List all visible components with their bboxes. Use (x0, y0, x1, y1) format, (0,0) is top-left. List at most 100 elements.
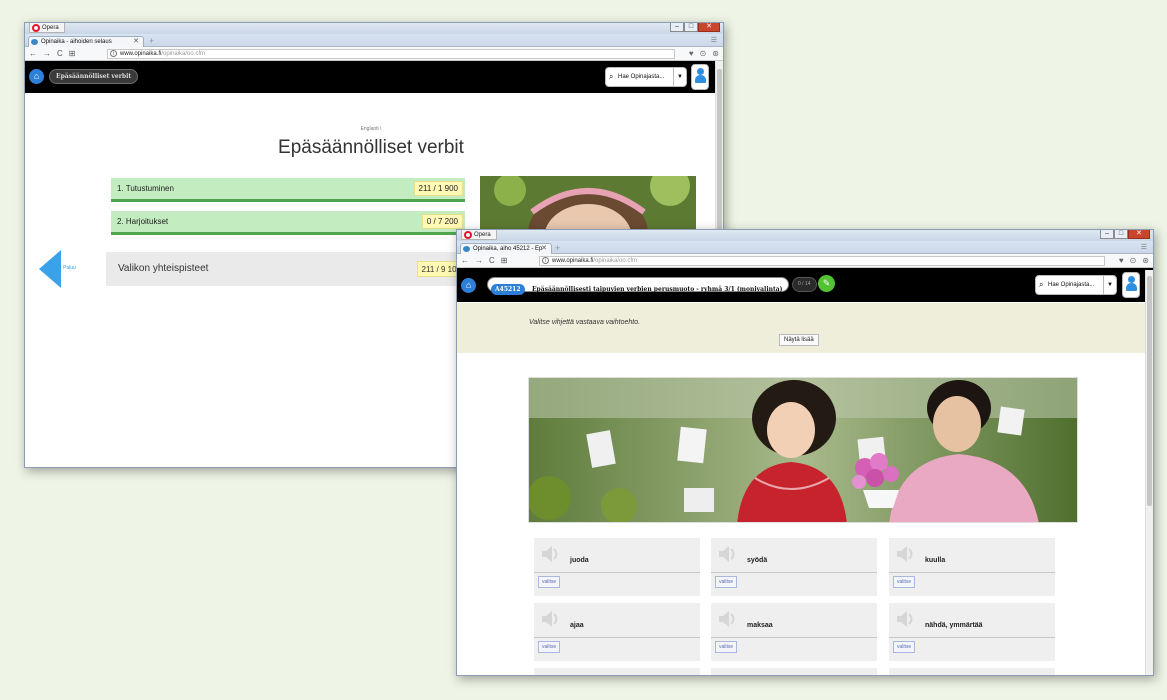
site-info-icon[interactable]: i (542, 257, 549, 264)
address-actions: ♥ ⊙ ⊛ (1119, 255, 1149, 267)
opera-menu-button[interactable]: Opera (29, 23, 65, 33)
speaker-icon[interactable] (895, 609, 915, 629)
answer-card: ajaa valitse (534, 603, 700, 661)
back-label[interactable]: Paluu (63, 265, 76, 271)
answer-word: ajaa (570, 622, 584, 629)
card-divider (889, 637, 1055, 638)
search-icon: ⌕ (1039, 280, 1044, 289)
page-scrollbar[interactable] (1145, 270, 1153, 675)
account-icon[interactable]: ⊛ (1142, 255, 1149, 267)
heart-icon[interactable]: ♥ (1119, 255, 1124, 267)
home-icon[interactable]: ⌂ (29, 69, 44, 84)
speaker-icon[interactable] (717, 544, 737, 564)
account-icon[interactable]: ⊛ (712, 48, 719, 60)
search-placeholder: Hae Opinajasta... (1048, 282, 1095, 288)
total-points-row: Valikon yhteispisteet 211 / 9 100 (106, 252, 466, 286)
show-more-button[interactable]: Näytä lisää (779, 334, 819, 346)
search-box[interactable]: ⌕ Hae Opinajasta... ▼ (1035, 275, 1117, 295)
tab-title: Opinaika, aiho 45212 - Ep (473, 246, 543, 252)
card-divider (534, 572, 700, 573)
minimize-icon[interactable]: – (1100, 230, 1114, 239)
download-icon[interactable]: ⊙ (700, 48, 707, 60)
answer-card: juoda valitse (534, 538, 700, 596)
maximize-icon[interactable]: □ (684, 23, 698, 32)
module-label: 1. Tutustuminen (117, 184, 174, 193)
opera-menu-button[interactable]: Opera (461, 230, 497, 240)
new-tab-icon[interactable]: + (555, 244, 560, 253)
site-top-bar: ⌂ Epäsäännölliset verbit ⌕ Hae Opinajast… (25, 61, 723, 93)
answer-card: syödä valitse (711, 538, 877, 596)
user-menu-button[interactable] (691, 64, 709, 90)
forward-icon[interactable]: → (475, 255, 483, 267)
select-button[interactable]: valitse (538, 641, 561, 653)
close-window-icon[interactable]: ✕ (698, 23, 720, 32)
speaker-icon[interactable] (895, 544, 915, 564)
speaker-icon[interactable] (717, 609, 737, 629)
section-pill[interactable]: Epäsäännölliset verbit (49, 69, 139, 84)
answer-card: kuulla valitse (889, 538, 1055, 596)
search-dropdown-icon[interactable]: ▼ (673, 68, 686, 86)
answer-card-partial (711, 668, 877, 675)
home-icon[interactable]: ⌂ (461, 278, 476, 293)
search-placeholder: Hae Opinajasta... (618, 74, 665, 80)
opera-logo-icon (32, 24, 40, 32)
browser-tab[interactable]: Opinaika - aihoiden selaus ✕ (28, 36, 144, 47)
close-window-icon[interactable]: ✕ (1128, 230, 1150, 239)
speaker-icon[interactable] (540, 544, 560, 564)
opera-logo-icon (464, 231, 472, 239)
close-tab-icon[interactable]: ✕ (133, 37, 139, 47)
speed-dial-icon[interactable]: ⊞ (501, 255, 508, 267)
module-row-1[interactable]: 1. Tutustuminen 211 / 1 900 (111, 178, 465, 202)
back-arrow-icon[interactable] (39, 250, 61, 288)
answer-word: kuulla (925, 557, 946, 564)
breadcrumb[interactable]: Englanti \ (25, 126, 717, 132)
url-field[interactable]: i www.opinaika.fi/opinaika/oo.cfm (539, 256, 1105, 266)
user-menu-button[interactable] (1122, 272, 1140, 298)
close-tab-icon[interactable]: ✕ (541, 244, 547, 254)
scrollbar-thumb[interactable] (1147, 276, 1152, 506)
wrench-icon[interactable]: ✎ (818, 275, 835, 292)
tab-menu-icon[interactable]: ☰ (711, 36, 717, 44)
new-tab-icon[interactable]: + (149, 37, 154, 46)
card-divider (711, 637, 877, 638)
module-row-2[interactable]: 2. Harjoitukset 0 / 7 200 (111, 211, 465, 235)
task-pill[interactable]: A45212 Epäsäännöllisesti taipuvien verbi… (487, 277, 790, 295)
search-dropdown-icon[interactable]: ▼ (1103, 276, 1116, 294)
select-button[interactable]: valitse (893, 576, 916, 588)
search-box[interactable]: ⌕ Hae Opinajasta... ▼ (605, 67, 687, 87)
select-button[interactable]: valitse (893, 641, 916, 653)
site-info-icon[interactable]: i (110, 50, 117, 57)
answer-card-partial (534, 668, 700, 675)
module-label: 2. Harjoitukset (117, 217, 169, 226)
menu-photo (480, 176, 696, 236)
back-icon[interactable]: ← (29, 48, 37, 60)
favicon-icon (31, 39, 38, 45)
tab-title: Opinaika - aihoiden selaus (41, 39, 112, 45)
tab-menu-icon[interactable]: ☰ (1141, 243, 1147, 251)
browser-tab[interactable]: Opinaika, aiho 45212 - Ep ✕ (460, 243, 552, 254)
module-score: 211 / 1 900 (413, 181, 463, 196)
nav-buttons: ← → C ⊞ (29, 48, 75, 60)
select-button[interactable]: valitse (538, 576, 561, 588)
select-button[interactable]: valitse (715, 641, 738, 653)
minimize-icon[interactable]: – (670, 23, 684, 32)
module-score: 0 / 7 200 (421, 214, 463, 229)
select-button[interactable]: valitse (715, 576, 738, 588)
heart-icon[interactable]: ♥ (689, 48, 694, 60)
window-controls: – □ ✕ (1100, 230, 1150, 239)
back-icon[interactable]: ← (461, 255, 469, 267)
opera-label: Opera (42, 25, 59, 31)
reload-icon[interactable]: C (489, 255, 495, 267)
forward-icon[interactable]: → (43, 48, 51, 60)
user-body-icon (695, 75, 706, 83)
url-field[interactable]: i www.opinaika.fi/opinaika/oo.cfm (107, 49, 675, 59)
speaker-icon[interactable] (540, 609, 560, 629)
maximize-icon[interactable]: □ (1114, 230, 1128, 239)
speed-dial-icon[interactable]: ⊞ (69, 48, 76, 60)
reload-icon[interactable]: C (57, 48, 63, 60)
download-icon[interactable]: ⊙ (1130, 255, 1137, 267)
url-path: /opinaika/oo.cfm (593, 258, 638, 264)
opera-label: Opera (474, 232, 491, 238)
search-icon: ⌕ (609, 72, 614, 81)
address-actions: ♥ ⊙ ⊛ (689, 48, 719, 60)
